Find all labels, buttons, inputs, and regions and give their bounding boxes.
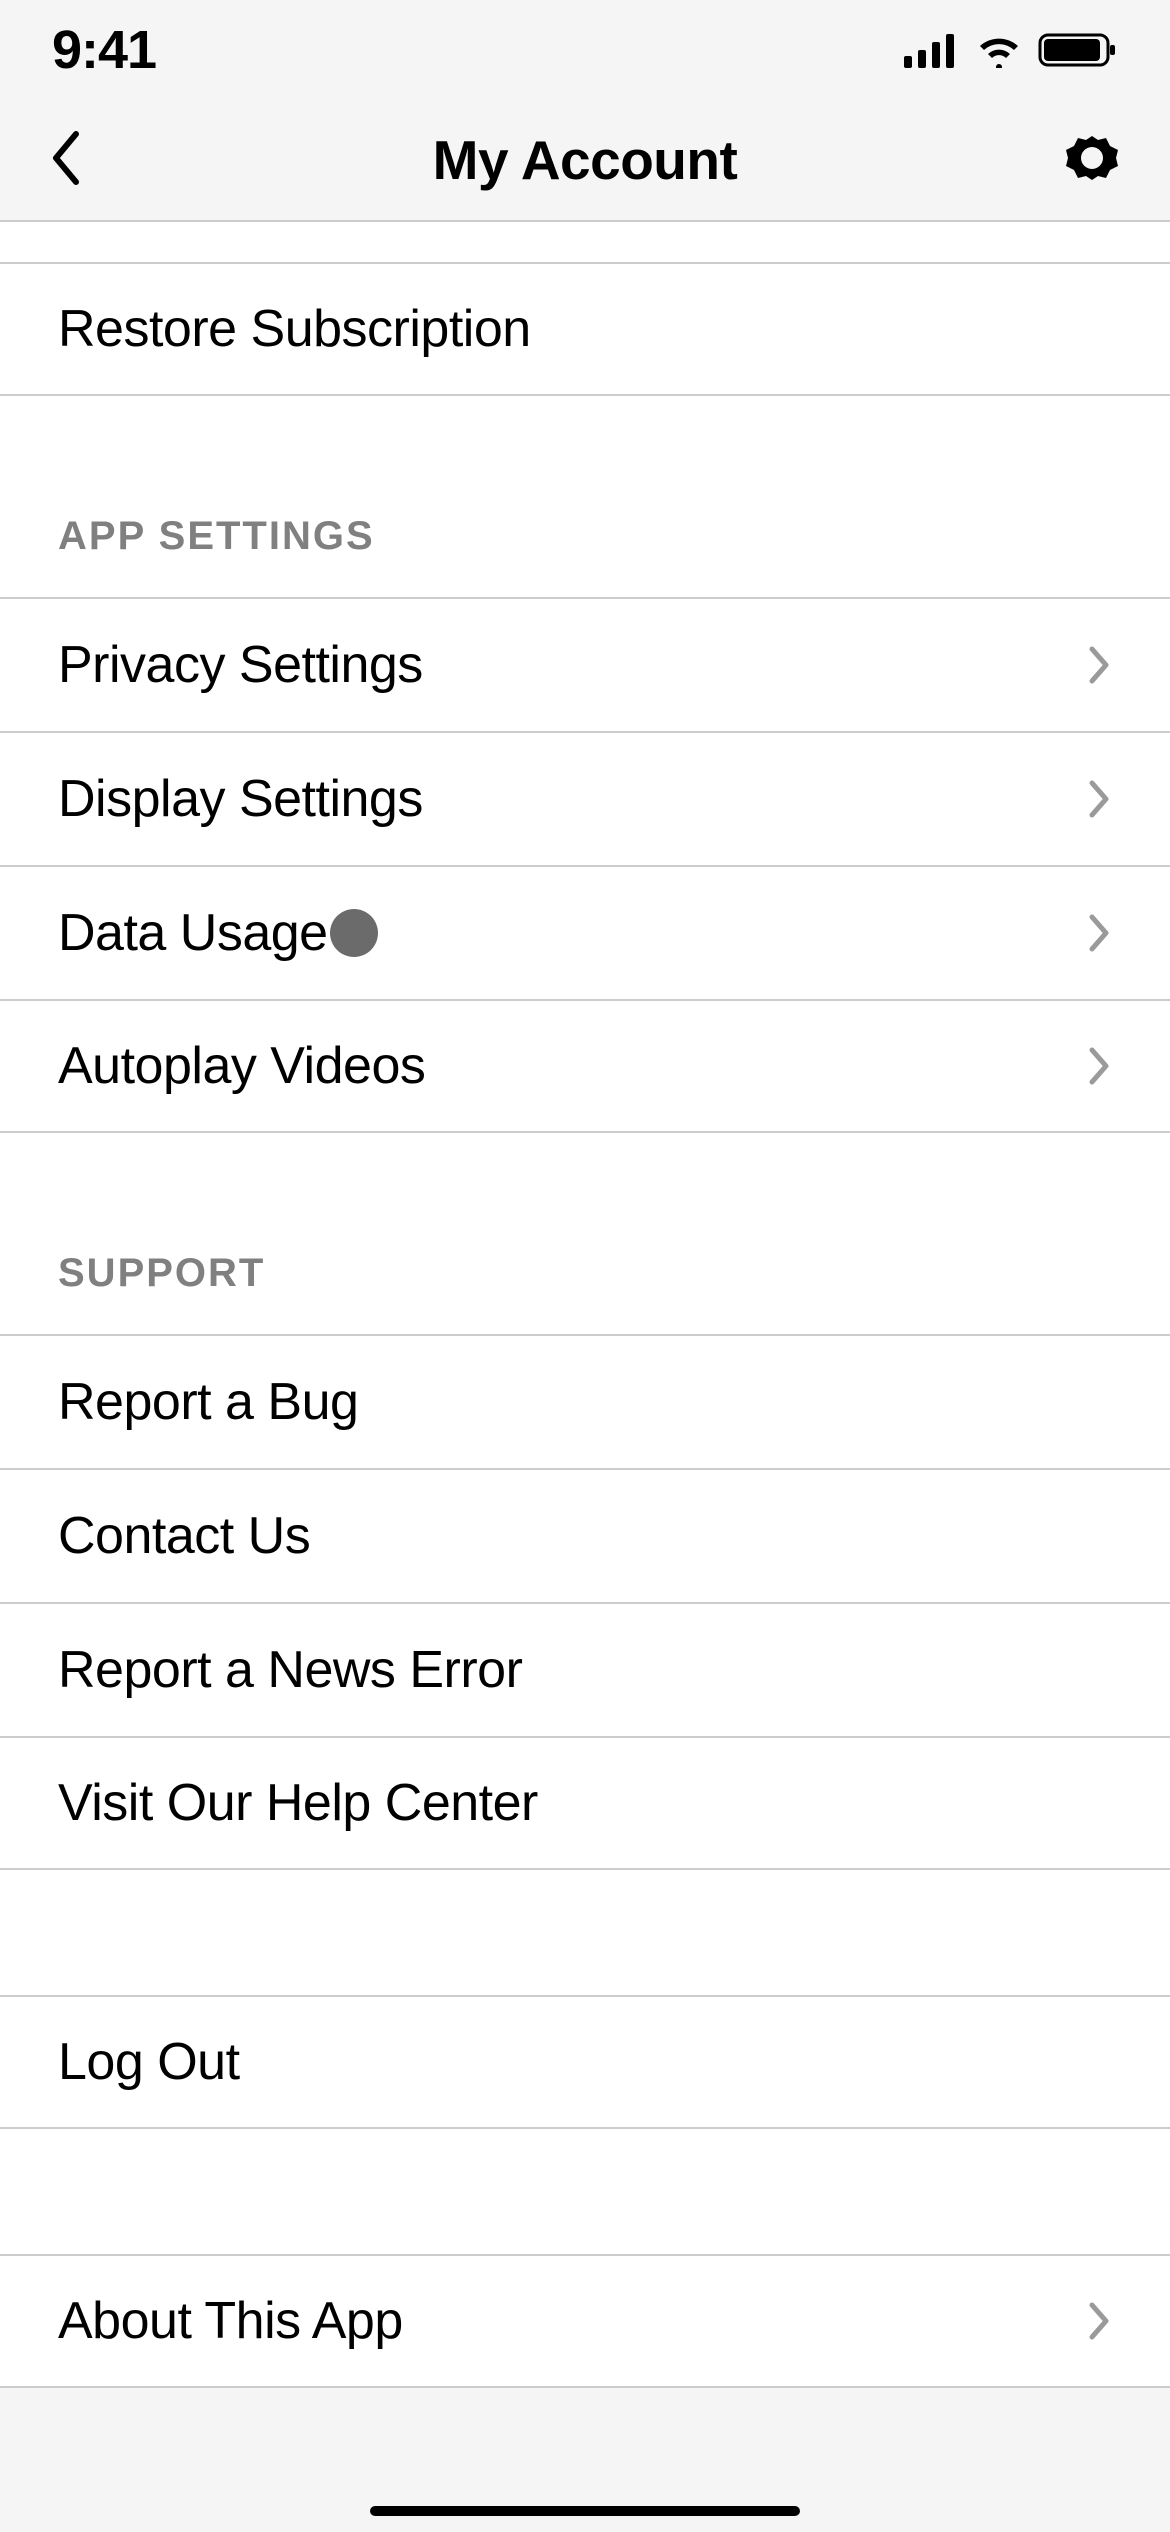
section-app-settings: Privacy Settings Display Settings Data U…	[0, 597, 1170, 1133]
wifi-icon	[974, 32, 1024, 68]
chevron-right-icon	[1088, 779, 1112, 819]
gear-icon	[1062, 128, 1122, 188]
row-label: Report a Bug	[58, 1372, 358, 1432]
row-label: Restore Subscription	[58, 299, 531, 359]
chevron-right-icon	[1088, 1046, 1112, 1086]
home-indicator[interactable]	[370, 2506, 800, 2516]
section-logout: Log Out	[0, 1995, 1170, 2129]
spacer	[0, 1870, 1170, 1995]
chevron-left-icon	[48, 130, 82, 186]
section-header-support: SUPPORT	[0, 1133, 1170, 1334]
top-section: Restore Subscription	[0, 262, 1170, 396]
status-icons	[904, 31, 1118, 69]
row-label: Data Usage	[58, 903, 328, 963]
row-label: Contact Us	[58, 1506, 310, 1566]
dot-indicator-icon	[330, 909, 378, 957]
status-time: 9:41	[52, 19, 156, 81]
row-label: Privacy Settings	[58, 635, 423, 695]
row-restore-subscription[interactable]: Restore Subscription	[0, 262, 1170, 396]
spacer	[0, 2129, 1170, 2254]
section-header-app-settings: APP SETTINGS	[0, 396, 1170, 597]
row-report-bug[interactable]: Report a Bug	[0, 1334, 1170, 1468]
back-button[interactable]	[48, 130, 82, 191]
row-label: Display Settings	[58, 769, 423, 829]
chevron-right-icon	[1088, 913, 1112, 953]
row-label: Autoplay Videos	[58, 1036, 425, 1096]
nav-bar: My Account	[0, 100, 1170, 220]
page-title: My Account	[433, 128, 738, 192]
status-bar: 9:41	[0, 0, 1170, 100]
row-visit-help-center[interactable]: Visit Our Help Center	[0, 1736, 1170, 1870]
chevron-right-icon	[1088, 645, 1112, 685]
row-label: Log Out	[58, 2032, 240, 2092]
cellular-icon	[904, 32, 960, 68]
row-log-out[interactable]: Log Out	[0, 1995, 1170, 2129]
section-support: Report a Bug Contact Us Report a News Er…	[0, 1334, 1170, 1870]
row-display-settings[interactable]: Display Settings	[0, 731, 1170, 865]
settings-button[interactable]	[1062, 128, 1122, 193]
row-label: Visit Our Help Center	[58, 1773, 538, 1833]
row-about-app[interactable]: About This App	[0, 2254, 1170, 2388]
row-report-news-error[interactable]: Report a News Error	[0, 1602, 1170, 1736]
row-autoplay-videos[interactable]: Autoplay Videos	[0, 999, 1170, 1133]
row-label: Report a News Error	[58, 1640, 522, 1700]
row-contact-us[interactable]: Contact Us	[0, 1468, 1170, 1602]
row-privacy-settings[interactable]: Privacy Settings	[0, 597, 1170, 731]
row-data-usage[interactable]: Data Usage	[0, 865, 1170, 999]
battery-icon	[1038, 31, 1118, 69]
spacer	[0, 222, 1170, 262]
chevron-right-icon	[1088, 2301, 1112, 2341]
row-label: About This App	[58, 2291, 403, 2351]
section-about: About This App	[0, 2254, 1170, 2388]
